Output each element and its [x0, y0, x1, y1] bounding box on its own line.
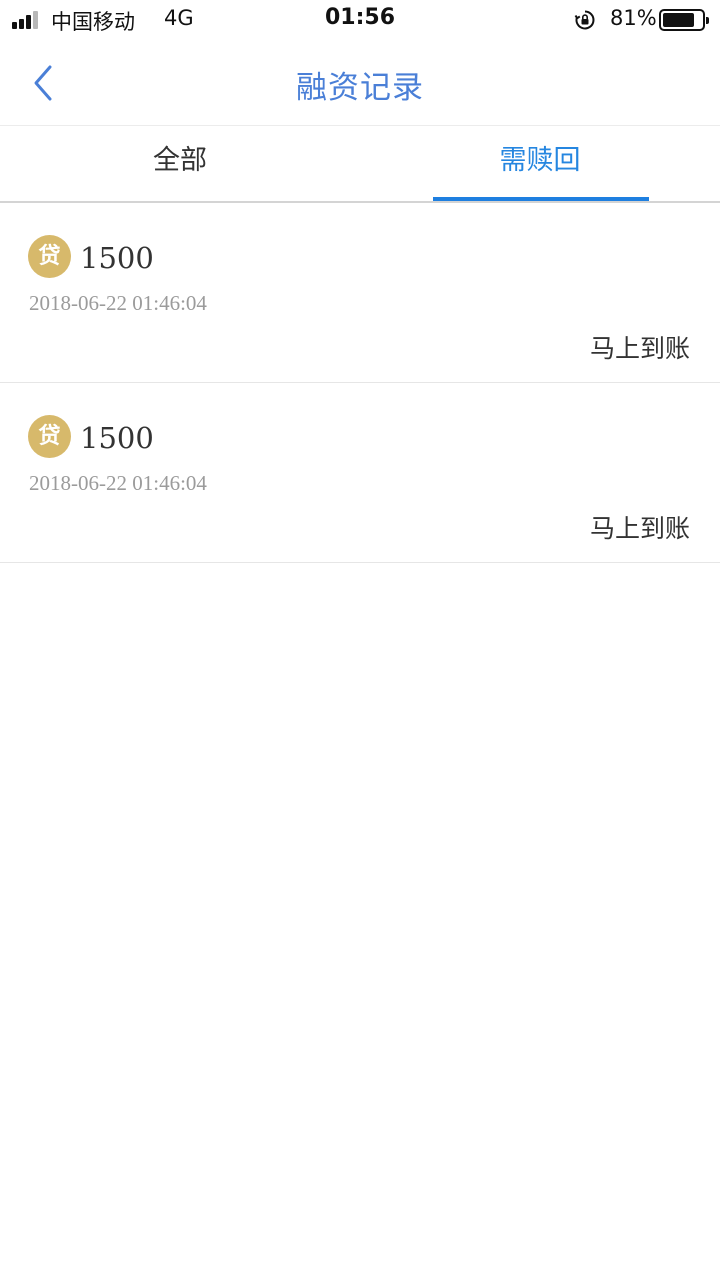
rotation-lock-icon — [574, 10, 595, 30]
page-title: 融资记录 — [296, 70, 424, 106]
tab-bar: 全部 需赎回 — [0, 127, 720, 203]
list-item[interactable]: 贷 1500 2018-06-22 01:46:04 马上到账 — [0, 203, 720, 383]
loan-timestamp: 2018-06-22 01:46:04 — [29, 291, 207, 315]
list-item[interactable]: 贷 1500 2018-06-22 01:46:04 马上到账 — [0, 383, 720, 563]
tab-need-redeem[interactable]: 需赎回 — [360, 127, 720, 201]
active-tab-indicator — [433, 197, 649, 201]
battery-icon — [659, 9, 709, 31]
status-bar: 中国移动 4G 01:56 81% — [0, 0, 720, 40]
tab-all[interactable]: 全部 — [0, 127, 360, 201]
loan-status: 马上到账 — [589, 514, 690, 543]
navigation-bar: 融资记录 — [0, 40, 720, 126]
loan-badge-icon: 贷 — [28, 415, 71, 458]
loan-amount: 1500 — [80, 421, 154, 455]
loan-badge-icon: 贷 — [28, 235, 71, 278]
battery-percent: 81% — [610, 6, 657, 30]
loan-timestamp: 2018-06-22 01:46:04 — [29, 471, 207, 495]
loan-status: 马上到账 — [589, 334, 690, 363]
loan-amount: 1500 — [80, 241, 154, 275]
